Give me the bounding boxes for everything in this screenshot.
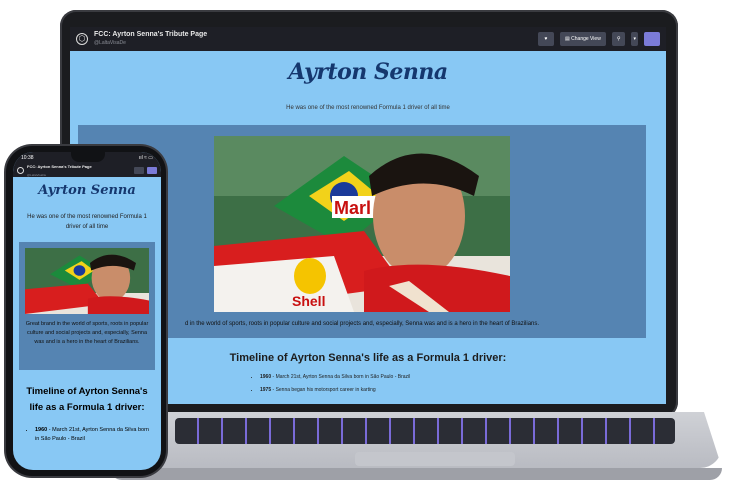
photo-sponsor-shell: Shell — [292, 293, 325, 309]
pin-button[interactable]: ⚲ — [611, 32, 626, 46]
pen-title: FCC: Ayrton Senna's Tribute Page — [27, 163, 92, 169]
codepen-logo-icon[interactable] — [17, 167, 24, 174]
phone-signal-icons: ııl ≈ ▭ — [138, 155, 153, 161]
senna-photo: Shell Marl — [214, 136, 510, 312]
phone-notch — [71, 152, 105, 162]
timeline-item: 1960 - March 21st, Ayrton Senna da Silva… — [35, 426, 153, 444]
timeline-year: 1975 — [260, 387, 272, 393]
timeline-list: 1960 - March 21st, Ayrton Senna da Silva… — [260, 374, 660, 393]
heart-icon: ♥ — [544, 36, 548, 42]
device-mockup: ⬡ FCC: Ayrton Senna's Tribute Page @Lalt… — [0, 0, 730, 504]
page-subtitle: He was one of the most renowned Formula … — [286, 105, 450, 111]
change-view-button[interactable] — [134, 167, 144, 174]
laptop-keyboard — [175, 418, 675, 444]
avatar[interactable] — [644, 32, 660, 46]
chevron-down-icon: ▾ — [633, 36, 636, 42]
photo-sponsor-marlboro: Marl — [334, 198, 371, 218]
laptop-lip — [110, 468, 722, 480]
laptop-trackpad — [355, 452, 515, 466]
timeline-heading: Timeline of Ayrton Senna's life as a For… — [26, 386, 148, 413]
pin-icon: ⚲ — [616, 36, 621, 42]
pen-author[interactable]: @LaltaVisaDe — [27, 171, 92, 180]
timeline-year: 1960 — [35, 427, 48, 433]
senna-photo — [25, 248, 149, 314]
timeline-year: 1960 — [260, 374, 272, 380]
phone-time: 10:38 — [21, 155, 34, 161]
codepen-header: ⬡ FCC: Ayrton Senna's Tribute Page @Lalt… — [70, 27, 666, 51]
timeline-text: - Senna began his motorsport career in k… — [271, 387, 376, 393]
change-view-button[interactable]: ▤ Change View — [560, 32, 606, 46]
image-caption: Great brand in the world of sports, root… — [25, 321, 149, 345]
menu-chevron-button[interactable]: ▾ — [631, 32, 638, 46]
timeline-item: 1975 - Senna began his motorsport career… — [260, 387, 660, 393]
codepen-logo-icon[interactable]: ⬡ — [76, 33, 88, 45]
timeline-list: 1960 - March 21st, Ayrton Senna da Silva… — [35, 426, 153, 444]
page-title: Ayrton Senna — [288, 59, 448, 85]
image-section: Great brand in the world of sports, root… — [19, 242, 155, 370]
page-title: Ayrton Senna — [38, 183, 136, 198]
change-view-label: Change View — [571, 36, 601, 42]
pen-title: FCC: Ayrton Senna's Tribute Page — [94, 31, 208, 38]
phone-screen: 10:38 ııl ≈ ▭ FCC: Ayrton Senna's Tribut… — [13, 152, 161, 470]
pen-author[interactable]: @LaltaVisaDe — [94, 39, 207, 48]
phone-codepen-header: FCC: Ayrton Senna's Tribute Page @LaltaV… — [13, 164, 161, 177]
pen-info: FCC: Ayrton Senna's Tribute Page @LaltaV… — [27, 162, 92, 180]
timeline-item: 1960 - March 21st, Ayrton Senna da Silva… — [260, 374, 660, 380]
pen-info: FCC: Ayrton Senna's Tribute Page @LaltaV… — [94, 30, 207, 48]
heart-button[interactable]: ♥ — [538, 32, 555, 46]
timeline-text: - March 21st, Ayrton Senna da Silva born… — [35, 427, 149, 442]
avatar[interactable] — [147, 167, 157, 174]
page-subtitle: He was one of the most renowned Formula … — [27, 214, 147, 230]
timeline-text: - March 21st, Ayrton Senna da Silva born… — [271, 374, 411, 380]
